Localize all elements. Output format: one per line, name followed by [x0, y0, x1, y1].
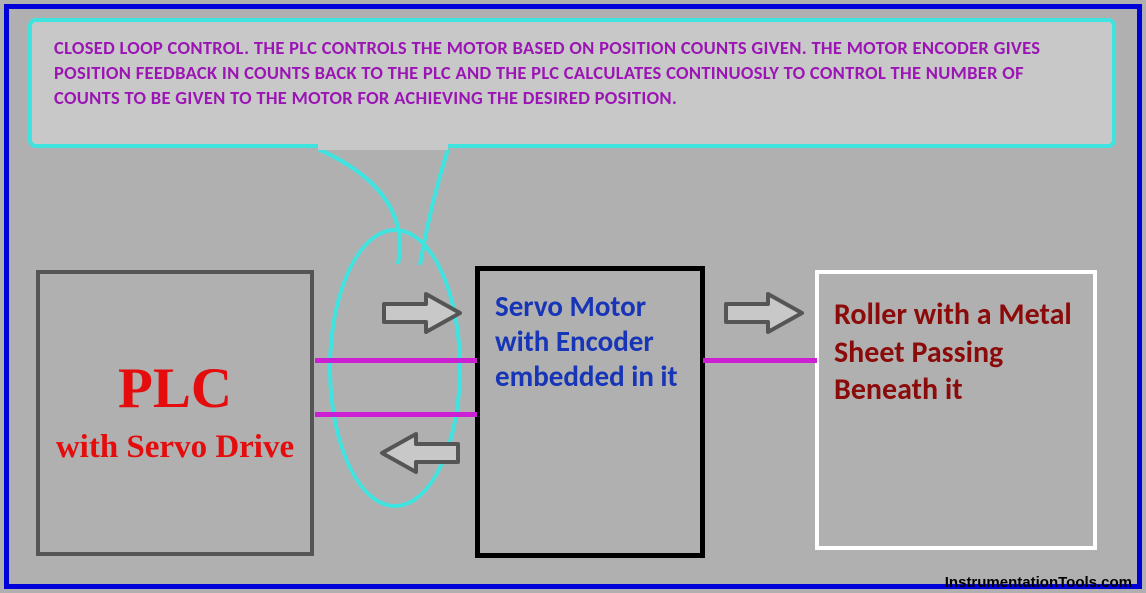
plc-box: PLC with Servo Drive — [36, 270, 314, 556]
plc-title: PLC — [118, 360, 232, 417]
plc-subtitle: with Servo Drive — [56, 429, 294, 467]
arrow-left-icon — [378, 430, 462, 476]
line-plc-to-servo-top — [315, 358, 477, 363]
line-servo-to-plc-feedback — [315, 412, 477, 417]
arrow-right-icon — [722, 290, 806, 336]
arrow-right-icon — [380, 290, 464, 336]
servo-text: Servo Motor with Encoder embedded in it — [495, 289, 685, 393]
roller-text: Roller with a Metal Sheet Passing Beneat… — [834, 296, 1078, 409]
line-servo-to-roller — [703, 358, 817, 363]
callout-bubble: CLOSED LOOP CONTROL. THE PLC CONTROLS TH… — [28, 18, 1116, 148]
callout-text: CLOSED LOOP CONTROL. THE PLC CONTROLS TH… — [54, 36, 1040, 109]
roller-box: Roller with a Metal Sheet Passing Beneat… — [815, 270, 1097, 550]
watermark-text: InstrumentationTools.com — [945, 574, 1132, 591]
servo-motor-box: Servo Motor with Encoder embedded in it — [475, 266, 705, 558]
